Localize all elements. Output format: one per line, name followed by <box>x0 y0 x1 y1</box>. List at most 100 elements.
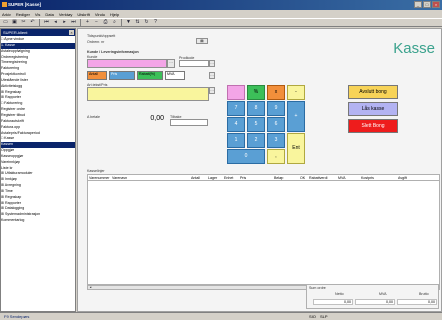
keypad-enter[interactable]: Ent <box>287 133 305 164</box>
column-header[interactable]: Enhet <box>224 176 233 180</box>
change-input[interactable] <box>170 119 208 126</box>
new-icon[interactable]: ▭ <box>2 19 9 26</box>
sort-icon[interactable]: ⇅ <box>134 19 141 26</box>
summary-netto-value: 0,00 <box>313 299 353 305</box>
rabatt-field[interactable]: Rabatt(%) <box>137 71 163 80</box>
column-header[interactable]: Varenavn <box>112 176 127 180</box>
filter-icon[interactable]: ▼ <box>125 19 132 26</box>
menu-utskrift[interactable]: Utskrift <box>77 12 89 17</box>
keypad-blank[interactable] <box>227 85 245 100</box>
keypad-7[interactable]: 7 <box>227 101 245 116</box>
status-left: F9 Sendepørs <box>4 314 30 319</box>
mva-field[interactable]: MVA <box>165 71 185 80</box>
column-header[interactable]: Antall <box>191 176 200 180</box>
add-icon[interactable]: + <box>84 19 91 26</box>
keypad-4[interactable]: 4 <box>227 117 245 132</box>
toolbar-separator <box>39 19 40 26</box>
menu-rediger[interactable]: Rediger <box>16 12 30 17</box>
column-header[interactable]: Rabattverdi <box>309 176 327 180</box>
keypad-3[interactable]: 3 <box>267 133 285 148</box>
next-icon[interactable]: ▸ <box>61 19 68 26</box>
order-lookup-button[interactable]: ▤ <box>196 38 208 44</box>
status-mid: SIO <box>309 314 316 319</box>
help-icon[interactable]: ? <box>152 19 159 26</box>
keypad-1[interactable]: 1 <box>227 133 245 148</box>
kunde-lookup-button[interactable]: … <box>167 59 175 68</box>
slett-bong-button[interactable]: Slett Bong <box>348 119 398 133</box>
sidebar-tree: □ Åpne vindue 1. Kasse Avtaleoppfølgning O… <box>1 36 75 224</box>
close-window-button[interactable]: × <box>432 1 440 8</box>
navigation-sidebar: SUPER-klient × □ Åpne vindue 1. Kasse Avt… <box>0 28 76 312</box>
keypad-0[interactable]: 0 <box>227 149 265 164</box>
maximize-button[interactable]: □ <box>423 1 431 8</box>
antall-field[interactable]: Antall <box>87 71 107 80</box>
keypad-9[interactable]: 9 <box>267 101 285 116</box>
cut-icon[interactable]: ✂ <box>20 19 27 26</box>
app-icon <box>2 2 7 7</box>
order-summary: Sum ordre Netto MVA Brutto 0,00 0,00 0,0… <box>306 284 439 309</box>
column-header[interactable]: Kostpris <box>361 176 374 180</box>
save-icon[interactable]: ▣ <box>11 19 18 26</box>
column-header[interactable]: Avgift <box>398 176 407 180</box>
menu-arkiv[interactable]: Arkiv <box>2 12 11 17</box>
refresh-icon[interactable]: ↻ <box>143 19 150 26</box>
menu-hjelp[interactable]: Hjelp <box>110 12 119 17</box>
sidebar-header: SUPER-klient × <box>1 29 75 36</box>
keypad-minus[interactable]: - <box>287 85 305 100</box>
mva-lookup-button[interactable]: … <box>209 72 215 79</box>
last-icon[interactable]: ⏭ <box>70 19 77 26</box>
keypad-multiply[interactable]: x <box>267 85 285 100</box>
column-header[interactable]: Lager <box>208 176 217 180</box>
status-right: SLP <box>320 314 328 319</box>
sidebar-item[interactable]: Kommentarlog <box>1 218 75 224</box>
minimize-button[interactable]: _ <box>414 1 422 8</box>
amount-value: 0,00 <box>130 115 166 124</box>
pris-field[interactable]: Pris <box>109 71 135 80</box>
first-icon[interactable]: ⏮ <box>43 19 50 26</box>
page-title: Kasse <box>393 40 435 57</box>
table-header: Varenummer Varenavn Antall Lager Enhet P… <box>87 174 440 181</box>
print-icon[interactable]: ⎙ <box>102 19 109 26</box>
prodcode-input[interactable] <box>179 60 209 67</box>
keypad-8[interactable]: 8 <box>247 101 265 116</box>
table-body[interactable] <box>87 181 440 285</box>
column-header[interactable]: Pris <box>240 176 246 180</box>
toolbar: ▭ ▣ ✂ ↶ ⏮ ◂ ▸ ⏭ + − ⎙ ⌕ ▼ ⇅ ↻ ? <box>0 18 442 27</box>
column-header[interactable]: Beløp <box>274 176 283 180</box>
menu-vindu[interactable]: Vindu <box>95 12 105 17</box>
scroll-left-icon[interactable]: ◂ <box>88 286 93 289</box>
kunde-input[interactable] <box>87 59 167 68</box>
keypad-6[interactable]: 6 <box>267 117 285 132</box>
summary-brutto-value: 0,00 <box>397 299 437 305</box>
summary-mva-value: 0,00 <box>355 299 395 305</box>
prev-icon[interactable]: ◂ <box>52 19 59 26</box>
avslutt-bong-button[interactable]: Avslutt bong <box>348 85 398 99</box>
undo-icon[interactable]: ↶ <box>29 19 36 26</box>
section-label-customer: Kunde / Leveringsinformasjon <box>87 50 139 54</box>
column-header[interactable]: Varenummer <box>89 176 110 180</box>
summary-header-brutto: Brutto <box>419 292 429 296</box>
keypad-comma[interactable]: , <box>267 149 285 164</box>
artikkel-input[interactable] <box>87 87 209 101</box>
keypad-5[interactable]: 5 <box>247 117 265 132</box>
menu-bar: Arkiv Rediger Vis Data Verktøy Utskrift … <box>0 10 442 18</box>
keypad-percent[interactable]: % <box>247 85 265 100</box>
artikkel-lookup-button[interactable]: … <box>209 87 215 94</box>
las-kasse-button[interactable]: Lås kasse <box>348 102 398 116</box>
amount-label: A betale <box>87 115 100 119</box>
column-header[interactable]: OK <box>300 176 305 180</box>
toolbar-separator <box>121 19 122 26</box>
prodcode-lookup-button[interactable]: … <box>209 60 215 67</box>
sidebar-close-icon[interactable]: × <box>69 30 74 35</box>
summary-header-mva: MVA <box>379 292 387 296</box>
menu-verktoy[interactable]: Verktøy <box>59 12 73 17</box>
keypad-plus[interactable]: + <box>287 101 305 132</box>
keypad-2[interactable]: 2 <box>247 133 265 148</box>
menu-data[interactable]: Data <box>45 12 53 17</box>
menu-vis[interactable]: Vis <box>35 12 40 17</box>
preview-icon[interactable]: ⌕ <box>111 19 118 26</box>
column-header[interactable]: MVA <box>338 176 346 180</box>
sidebar-title: SUPER-klient <box>3 30 28 35</box>
delete-icon[interactable]: − <box>93 19 100 26</box>
summary-header-netto: Netto <box>335 292 344 296</box>
